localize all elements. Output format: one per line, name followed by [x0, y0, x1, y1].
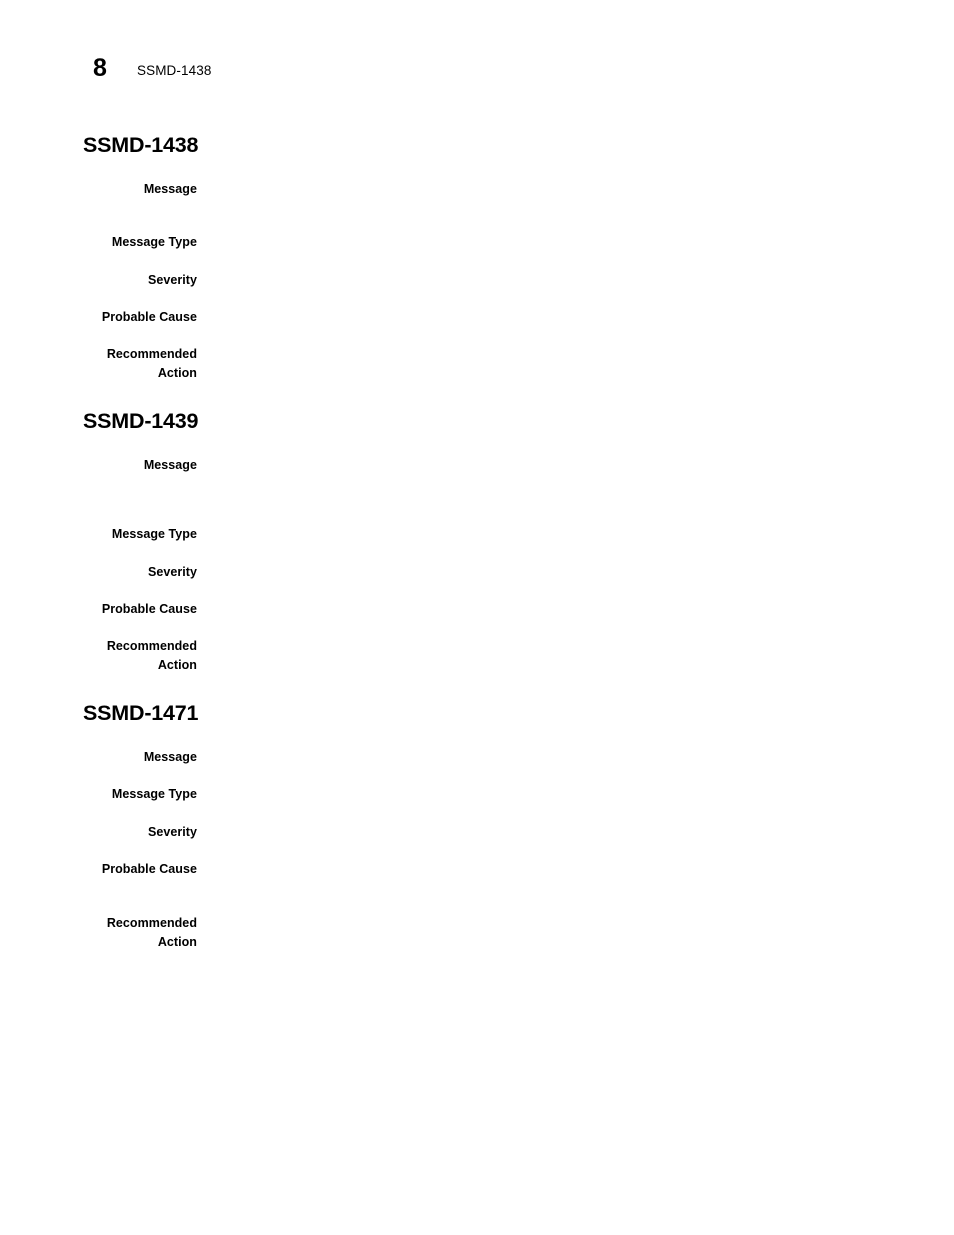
field-label: Message: [143, 750, 197, 764]
field-label: Message Type: [111, 527, 197, 541]
field-label: Message Type: [111, 235, 197, 249]
field-label: Message Type: [111, 787, 197, 801]
field-label: Severity: [147, 825, 197, 839]
field-label: Severity: [147, 565, 197, 579]
field-label: Message: [143, 458, 197, 472]
field-label: Severity: [147, 273, 197, 287]
page-number: 8: [93, 54, 107, 82]
field-label: Probable Cause: [101, 310, 197, 324]
document-page: 8 SSMD-1438 SSMD-1438 Message Message Type…: [0, 0, 954, 1235]
field-label: Recommended Action: [106, 347, 197, 380]
field-label: Probable Cause: [101, 862, 197, 876]
section-heading: SSMD-1471: [83, 701, 199, 725]
field-label: Recommended Action: [106, 639, 197, 672]
running-header-title: SSMD-1438: [137, 63, 212, 78]
section-heading: SSMD-1439: [83, 409, 199, 433]
page-running-header: 8 SSMD-1438: [0, 52, 954, 90]
field-label: Message: [143, 182, 197, 196]
section-heading: SSMD-1438: [83, 133, 199, 157]
field-label: Probable Cause: [101, 602, 197, 616]
field-label: Recommended Action: [106, 916, 197, 949]
